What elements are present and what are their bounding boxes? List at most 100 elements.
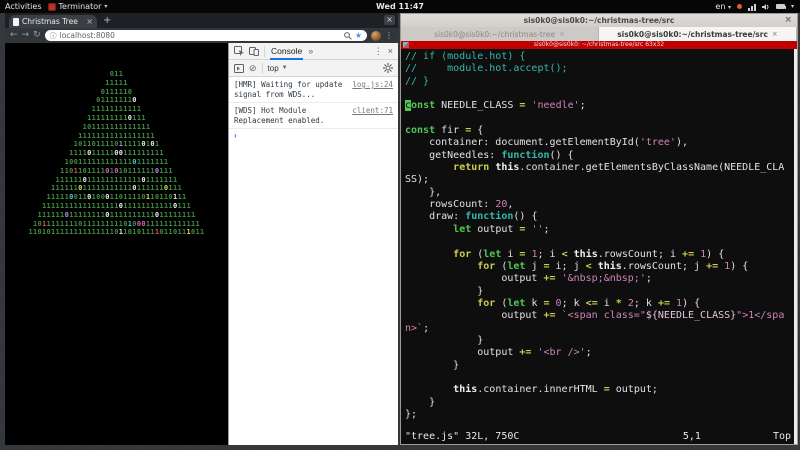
tree-row: 11111101111111111101111110111	[51, 184, 182, 193]
tab-close-icon[interactable]: ×	[86, 17, 93, 26]
vim-scroll-indicator: Top	[772, 430, 791, 442]
code-line: }	[405, 359, 460, 371]
inspect-element-icon[interactable]	[234, 46, 244, 56]
system-menu-chevron-icon[interactable]: ▾	[791, 3, 794, 10]
code-line: rowsCount: 20,	[405, 199, 514, 211]
tree-row: 111111011111111111101111111	[55, 175, 178, 184]
tree-row: 10011111111111101111111	[64, 157, 169, 166]
terminator-grabber-icon[interactable]	[403, 42, 409, 48]
console-prompt[interactable]: ›	[229, 129, 398, 142]
terminal-window-close-icon[interactable]: ×	[784, 15, 792, 25]
tree-row: 0111110	[100, 87, 133, 96]
address-bar[interactable]: ⓘ localhost:8080 ★	[44, 30, 367, 41]
terminal-window-title: sis0k0@sis0k0:~/christmas-tree/src	[523, 16, 675, 25]
source-location-link[interactable]: log.js:24	[352, 80, 393, 99]
code-line: };	[405, 408, 418, 420]
binary-christmas-tree: 011 11111 0111110 011111110 11111111111 11111…	[5, 70, 228, 237]
ornament-char: 0	[132, 96, 137, 105]
network-icon	[747, 3, 756, 11]
forward-button[interactable]: →	[22, 31, 30, 40]
bookmark-star-icon[interactable]: ★	[355, 31, 362, 40]
source-location-link[interactable]: client:71	[352, 106, 393, 125]
screen-record-indicator-icon	[736, 4, 742, 9]
code-line: output += '&nbsp;&nbsp;';	[405, 273, 652, 285]
console-message-text: [HMR] Waiting for update signal from WDS…	[234, 80, 343, 99]
terminal-titlebar[interactable]: sis0k0@sis0k0:~/christmas-tree/src ×	[401, 14, 797, 27]
devtools-menu-icon[interactable]: ⋮	[374, 46, 383, 56]
chevron-down-icon: ▾	[104, 3, 108, 10]
url-text[interactable]: localhost:8080	[60, 31, 341, 40]
code-line: n>`;	[405, 322, 430, 334]
tab-title: Christmas Tree	[22, 17, 78, 26]
new-tab-button[interactable]: +	[103, 15, 111, 26]
gnome-top-bar: Activities Terminator ▾ Wed 11:47 en ▾ ▾	[0, 0, 800, 13]
code-line: for (let i = 1; i < this.rowsCount; i +=…	[453, 248, 725, 260]
code-line: let output = '';	[453, 223, 550, 235]
back-button[interactable]: ←	[10, 31, 18, 40]
browser-tab-christmas-tree[interactable]: Christmas Tree ×	[9, 15, 97, 28]
code-line: container: document.getElementById('tree…	[405, 137, 688, 149]
keyboard-layout-indicator[interactable]: en ▾	[715, 2, 731, 11]
devtools-main-toolbar: Console » ⋮ ×	[229, 43, 398, 60]
vim-file-info: "tree.js" 32L, 750C	[405, 430, 520, 442]
clear-console-icon[interactable]: ⊘	[249, 63, 257, 73]
terminal-scrollbar[interactable]	[794, 49, 797, 444]
prompt-chevron-icon: ›	[234, 131, 237, 140]
terminal-tab[interactable]: sis0k0@sis0k0:~/christmas-tree ×	[401, 27, 599, 41]
search-icon[interactable]	[343, 31, 352, 40]
code-line: const NEEDLE_CLASS = 'needle';	[405, 100, 586, 112]
console-message: [WDS] Hot Module Replacement enabled. cli…	[229, 103, 398, 129]
device-toolbar-icon[interactable]	[249, 46, 259, 56]
devtools-close-icon[interactable]: ×	[388, 46, 393, 56]
terminal-tab[interactable]: sis0k0@sis0k0:~/christmas-tree/src ×	[599, 27, 797, 41]
devtools-panel: Console » ⋮ × ⊘ top ▼ [HMR] Waiting for …	[228, 43, 398, 445]
browser-menu-icon[interactable]: ⋮	[385, 31, 393, 40]
page-favicon-icon	[13, 17, 19, 26]
browser-tab-strip: Christmas Tree × + ×	[5, 13, 398, 28]
site-info-icon[interactable]: ⓘ	[50, 31, 57, 41]
console-message: [HMR] Waiting for update signal from WDS…	[229, 77, 398, 103]
console-sidebar-icon[interactable]	[234, 63, 244, 73]
code-line: // module.hot.accept();	[405, 63, 568, 75]
tree-row: 011111110	[96, 96, 137, 105]
tree-row: 11111111111111111	[78, 131, 155, 140]
code-line: }	[405, 396, 436, 408]
divider	[261, 62, 263, 74]
terminator-focus-bar[interactable]: sis0k0@sis0k0: ~/christmas-tree/src 63x3…	[401, 41, 797, 49]
tree-row: 110101111111111111101101011110110111011	[28, 228, 205, 237]
tree-row: 101111111111111	[82, 122, 151, 131]
focused-app-menu[interactable]: Terminator ▾	[47, 2, 108, 11]
code-line: this.container.innerHTML = output;	[453, 384, 658, 396]
code-line: // }	[405, 75, 430, 87]
more-tabs-icon[interactable]: »	[308, 46, 313, 56]
terminator-pane-title: sis0k0@sis0k0: ~/christmas-tree/src 63x3…	[533, 41, 665, 48]
terminal-tab-close-icon[interactable]: ×	[772, 30, 778, 38]
settings-gear-icon[interactable]	[383, 63, 393, 73]
code-line: return this.container.getElementsByClass…	[453, 162, 785, 174]
focused-app-label: Terminator	[58, 2, 102, 11]
devtools-tab-console[interactable]: Console	[270, 43, 304, 60]
tree-row: 011	[109, 70, 124, 78]
console-toolbar: ⊘ top ▼	[229, 60, 398, 77]
vim-editor[interactable]: // if (module.hot) {// module.hot.accept…	[401, 49, 797, 444]
code-line: SS);	[405, 174, 430, 186]
terminator-window: sis0k0@sis0k0:~/christmas-tree/src × sis…	[400, 13, 798, 445]
chevron-down-icon: ▾	[727, 4, 731, 11]
tree-row: 1011111111011111111101000111111111111	[32, 219, 201, 228]
terminal-tab-label: sis0k0@sis0k0:~/christmas-tree/src	[617, 29, 768, 39]
profile-avatar[interactable]	[371, 30, 381, 41]
battery-icon	[775, 4, 786, 9]
frame-context-select[interactable]: top ▼	[268, 64, 288, 73]
console-message-text: [WDS] Hot Module Replacement enabled.	[234, 106, 325, 125]
reload-button[interactable]: ↻	[33, 31, 41, 40]
code-line: output += '<br />';	[405, 347, 592, 359]
vim-cursor-position: 5,1	[682, 430, 701, 442]
activities-button[interactable]: Activities	[5, 2, 42, 11]
clock[interactable]: Wed 11:47	[0, 2, 800, 11]
terminal-tab-close-icon[interactable]: ×	[559, 30, 565, 38]
terminal-tab-label: sis0k0@sis0k0:~/christmas-tree	[434, 29, 556, 39]
browser-window-close-button[interactable]: ×	[384, 15, 395, 25]
